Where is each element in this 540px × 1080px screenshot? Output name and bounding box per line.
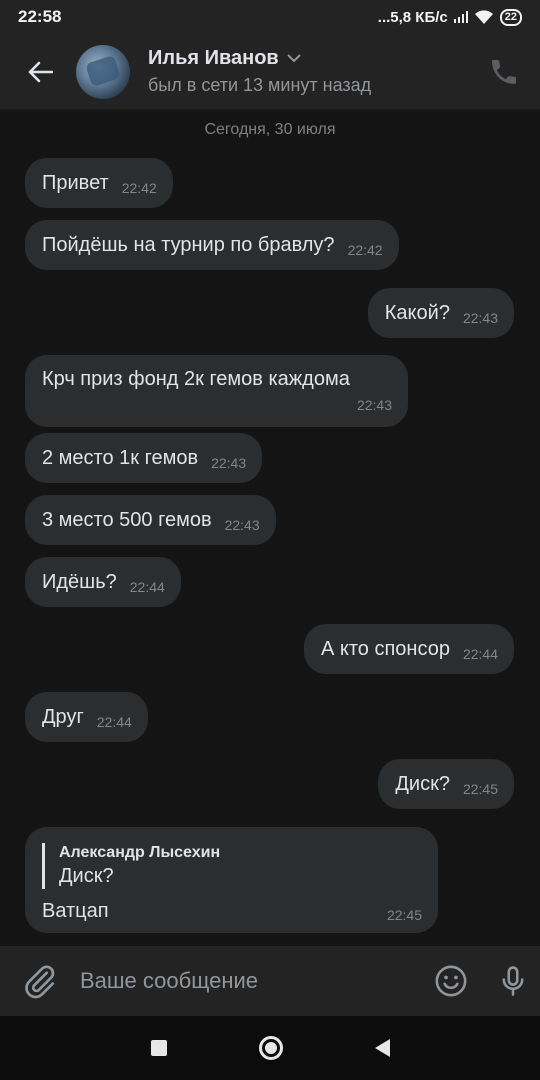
peer-status: был в сети 13 минут назад [148, 75, 372, 95]
message-text: Привет [42, 172, 109, 194]
nav-back-icon[interactable] [374, 1039, 390, 1057]
message-incoming[interactable]: Идёшь? 22:44 [25, 557, 181, 607]
system-nav-bar [0, 1016, 540, 1080]
back-button[interactable] [20, 52, 60, 92]
message-time: 22:44 [96, 714, 132, 730]
message-outgoing[interactable]: А кто спонсор 22:44 [303, 624, 514, 674]
message-text: Пойдёшь на турнир по бравлу? [42, 234, 335, 256]
message-incoming[interactable]: 2 место 1к гемов 22:43 [25, 433, 263, 483]
message-time: 22:44 [129, 579, 165, 595]
phone-icon[interactable] [488, 56, 520, 88]
message-input[interactable] [78, 967, 392, 995]
message-composer [0, 946, 540, 1016]
emoji-icon[interactable] [434, 964, 468, 998]
message-time: 22:43 [211, 455, 247, 471]
recents-icon[interactable] [150, 1040, 167, 1056]
message-outgoing[interactable]: Какой? 22:43 [367, 288, 514, 338]
chevron-down-icon [287, 54, 301, 63]
message-text: Друг [42, 706, 84, 728]
peer-name-text: Илья Иванов [148, 47, 279, 69]
message-time: 22:44 [462, 646, 498, 662]
network-speed: ...5,8 КБ/с [377, 8, 448, 26]
microphone-icon[interactable] [496, 964, 530, 998]
message-outgoing[interactable]: Диск? 22:45 [378, 759, 514, 809]
wifi-icon [474, 10, 493, 24]
chat-header: Илья Иванов был в сети 13 минут назад [0, 34, 540, 110]
message-text: А кто спонсор [320, 638, 450, 660]
reply-quote[interactable]: Александр Лысехин Диск? [42, 843, 422, 889]
message-list[interactable]: Сегодня, 30 июля Привет 22:42 Пойдёшь на… [0, 111, 540, 946]
reply-text: Диск? [59, 865, 114, 887]
message-time: 22:43 [462, 310, 498, 326]
peer-info[interactable]: Илья Иванов был в сети 13 минут назад [148, 47, 371, 96]
reply-author: Александр Лысехин [59, 844, 221, 861]
paperclip-icon[interactable] [22, 963, 58, 999]
message-time: 22:45 [462, 781, 498, 797]
message-text: Ватцап [42, 900, 109, 922]
message-time: 22:42 [347, 242, 383, 258]
message-text: Идёшь? [42, 571, 117, 593]
message-text: 2 место 1к гемов [42, 447, 199, 469]
status-bar: 22:58 ...5,8 КБ/с 22 [0, 0, 540, 34]
date-separator: Сегодня, 30 июля [204, 121, 336, 138]
message-incoming[interactable]: 3 место 500 гемов 22:43 [25, 495, 276, 545]
signal-icon [453, 11, 468, 23]
message-incoming-reply[interactable]: Александр Лысехин Диск? Ватцап 22:45 [25, 827, 438, 933]
back-arrow-icon [28, 61, 53, 82]
message-time: 22:43 [224, 517, 260, 533]
message-incoming[interactable]: Привет 22:42 [25, 158, 173, 208]
status-indicators: ...5,8 КБ/с 22 [377, 8, 522, 26]
message-time: 22:43 [356, 397, 392, 413]
message-text: Диск? [395, 773, 450, 795]
message-text: Какой? [384, 302, 450, 324]
status-time: 22:58 [18, 7, 62, 26]
home-icon[interactable] [258, 1036, 283, 1060]
message-text: 3 место 500 гемов [42, 509, 212, 531]
message-incoming[interactable]: Крч приз фонд 2к гемов каждома 22:43 [25, 355, 408, 427]
peer-name[interactable]: Илья Иванов [148, 47, 371, 70]
avatar[interactable] [76, 44, 130, 99]
message-incoming[interactable]: Пойдёшь на турнир по бравлу? 22:42 [25, 220, 399, 270]
message-text: Крч приз фонд 2к гемов каждома [42, 368, 350, 390]
battery-icon: 22 [499, 8, 522, 26]
battery-level: 22 [504, 10, 517, 23]
message-time: 22:45 [386, 907, 422, 923]
message-time: 22:42 [121, 180, 157, 196]
message-incoming[interactable]: Друг 22:44 [25, 692, 148, 742]
